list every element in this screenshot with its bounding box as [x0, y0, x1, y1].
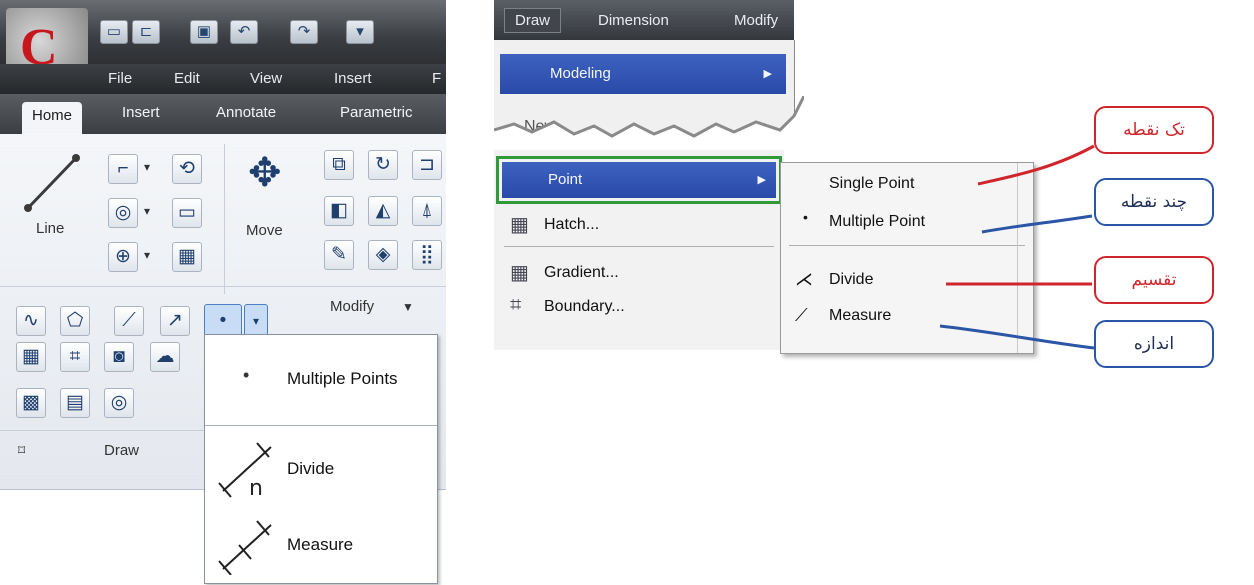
- divider: [0, 286, 446, 287]
- redo-icon[interactable]: ↷: [290, 20, 318, 44]
- tab-parametric[interactable]: Parametric: [340, 104, 413, 121]
- draw-menu-screenshot: Draw Dimension Modify Modeling ▶ New Poi…: [494, 0, 1254, 585]
- menu-insert[interactable]: Insert: [334, 70, 372, 87]
- stretch-icon[interactable]: ⍋: [412, 196, 442, 226]
- revcloud-icon[interactable]: ☁: [150, 342, 180, 372]
- divide-item[interactable]: n Divide: [205, 429, 437, 501]
- open-icon[interactable]: ⊏: [132, 20, 160, 44]
- array-icon[interactable]: ⣿: [412, 240, 442, 270]
- polygon-icon[interactable]: ⬠: [60, 306, 90, 336]
- callout-divide: تقسیم: [1094, 256, 1214, 304]
- line-label: Line: [36, 220, 65, 237]
- more-icon[interactable]: ▾: [346, 20, 374, 44]
- move-icon: ✥: [248, 151, 282, 195]
- ribbon-tabs: Home Insert Annotate Parametric: [0, 94, 446, 134]
- ellipse-icon[interactable]: ⊕: [108, 242, 138, 272]
- measure-icon: [218, 520, 272, 575]
- dropdown-arrow-icon[interactable]: ▾: [144, 160, 150, 174]
- boundary-icon[interactable]: ⌗: [60, 342, 90, 372]
- chevron-down-icon[interactable]: ▼: [402, 300, 414, 314]
- menu-f[interactable]: F: [432, 70, 441, 87]
- hatch-small-icon[interactable]: ▦: [172, 242, 202, 272]
- panel-pin-icon[interactable]: ⌑: [18, 442, 25, 459]
- move-button[interactable]: ✥ Move: [236, 148, 306, 248]
- move-label: Move: [246, 222, 283, 239]
- line-button[interactable]: Line: [14, 148, 94, 244]
- ray-icon[interactable]: ↗: [160, 306, 190, 336]
- point-icon: •: [243, 365, 250, 385]
- menu-bar: File Edit View Insert F: [0, 64, 446, 94]
- menu-file[interactable]: File: [108, 70, 132, 87]
- save-icon[interactable]: ▣: [190, 20, 218, 44]
- measure-item[interactable]: Measure: [205, 505, 437, 581]
- point-dropdown-icon[interactable]: ▾: [244, 304, 268, 338]
- measure-label: Measure: [287, 535, 354, 554]
- wipeout-icon[interactable]: ◙: [104, 342, 134, 372]
- dropdown-arrow-icon[interactable]: ▾: [144, 248, 150, 262]
- modify-panel-label[interactable]: Modify: [330, 298, 374, 315]
- divider: [205, 425, 437, 426]
- callout-single-point: تک نقطه: [1094, 106, 1214, 154]
- line-icon: [24, 154, 80, 212]
- spline-icon[interactable]: ∿: [16, 306, 46, 336]
- new-icon[interactable]: ▭: [100, 20, 128, 44]
- copy-icon[interactable]: ⧉: [324, 150, 354, 180]
- tab-annotate[interactable]: Annotate: [216, 104, 276, 121]
- divide-label: Divide: [287, 459, 335, 478]
- rectangle-icon[interactable]: ▭: [172, 198, 202, 228]
- point-button[interactable]: •: [204, 304, 242, 338]
- tab-insert[interactable]: Insert: [122, 104, 160, 121]
- xline-icon[interactable]: ⟋: [114, 306, 144, 336]
- gradient-icon[interactable]: ▩: [16, 388, 46, 418]
- tab-home[interactable]: Home: [22, 102, 83, 134]
- donut-icon[interactable]: ◎: [104, 388, 134, 418]
- autocad-ribbon: C 3D ▭ ⊏ ▣ ↶ ↷ ▾ File Edit View Insert F…: [0, 0, 446, 585]
- callout-measure: اندازه: [1094, 320, 1214, 368]
- rotate-icon[interactable]: ↻: [368, 150, 398, 180]
- polyline-icon[interactable]: ⌐: [108, 154, 138, 184]
- region-icon[interactable]: ▦: [16, 342, 46, 372]
- svg-text:n: n: [249, 476, 263, 499]
- arc-icon[interactable]: ⟲: [172, 154, 202, 184]
- multiple-points-item[interactable]: • Multiple Points: [205, 335, 437, 423]
- multiple-points-label: Multiple Points: [287, 369, 398, 388]
- draw-panel-label[interactable]: Draw: [104, 442, 139, 459]
- pencil-icon[interactable]: ✎: [324, 240, 354, 270]
- circle-icon[interactable]: ◎: [108, 198, 138, 228]
- trim-icon[interactable]: ⊐: [412, 150, 442, 180]
- menu-edit[interactable]: Edit: [174, 70, 200, 87]
- undo-icon[interactable]: ↶: [230, 20, 258, 44]
- divide-icon: n: [218, 442, 272, 499]
- mirror-icon[interactable]: ◧: [324, 196, 354, 226]
- scale-icon[interactable]: ◈: [368, 240, 398, 270]
- menu-view[interactable]: View: [250, 70, 282, 87]
- table-icon[interactable]: ▤: [60, 388, 90, 418]
- dropdown-arrow-icon[interactable]: ▾: [144, 204, 150, 218]
- divider: [224, 144, 225, 294]
- divider: [0, 430, 204, 431]
- fillet-icon[interactable]: ◭: [368, 196, 398, 226]
- point-flyout: • Multiple Points n Divide Measure: [204, 334, 438, 584]
- callout-multiple-point: چند نقطه: [1094, 178, 1214, 226]
